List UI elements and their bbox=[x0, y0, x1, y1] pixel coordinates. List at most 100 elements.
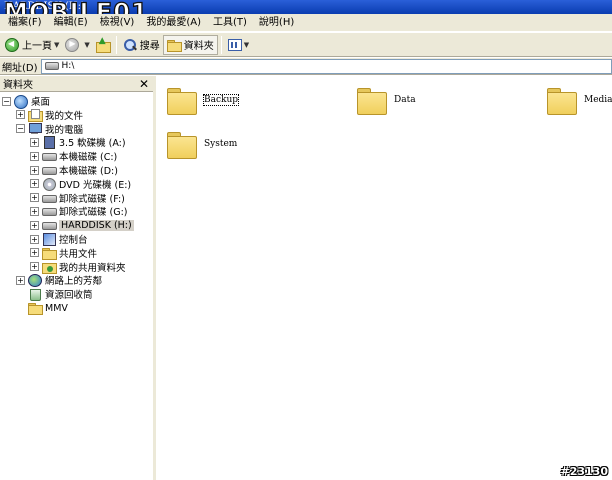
tree-item-label: DVD 光碟機 (E:) bbox=[59, 179, 132, 191]
address-bar: 網址(D) H:\ bbox=[0, 58, 612, 75]
floppy-icon bbox=[42, 136, 56, 150]
tree-item[interactable]: 資源回收筒 bbox=[16, 287, 93, 302]
tree-item[interactable]: + 控制台 bbox=[30, 232, 88, 246]
folder-label: Backup bbox=[202, 94, 240, 106]
tree-item-label: MMV bbox=[45, 302, 68, 314]
folder-icon bbox=[28, 302, 43, 315]
chevron-down-icon[interactable]: ▼ bbox=[244, 41, 249, 49]
folder-item-system[interactable]: System bbox=[167, 130, 238, 159]
folder-item-media[interactable]: Media bbox=[547, 86, 612, 115]
folders-pane: 資料夾 ✕ − 桌面 + 我的文件 − 我的電腦 +3.5 軟碟機 (A:) + 本機磁碟 (C… bbox=[0, 76, 156, 480]
search-button[interactable]: 搜尋 bbox=[120, 35, 163, 55]
tree-item[interactable]: + 我的共用資料夾 bbox=[30, 260, 126, 274]
chevron-down-icon[interactable]: ▼ bbox=[54, 41, 59, 49]
tree-item-label: 資源回收筒 bbox=[45, 290, 93, 302]
watermark: #23130 bbox=[560, 465, 609, 478]
control-panel-icon bbox=[42, 233, 56, 246]
drive-icon bbox=[42, 205, 57, 217]
tree-item[interactable]: + DVD 光碟機 (E:) bbox=[30, 177, 131, 191]
file-list-pane: Backup Data Media System bbox=[159, 76, 612, 480]
shared-folder-icon bbox=[42, 261, 57, 274]
expand-icon[interactable]: + bbox=[30, 165, 39, 175]
folders-pane-title: 資料夾 bbox=[3, 80, 33, 91]
tree-item[interactable]: +3.5 軟碟機 (A:) bbox=[30, 135, 126, 150]
menu-file[interactable]: 檔案(F) bbox=[2, 14, 48, 32]
folder-up-icon bbox=[95, 36, 111, 53]
tree-item[interactable]: + HARDDISK (H:) bbox=[30, 218, 134, 232]
menu-bar: 檔案(F) 編輯(E) 檢視(V) 我的最愛(A) 工具(T) 說明(H) bbox=[0, 14, 612, 32]
desktop-icon bbox=[14, 95, 28, 109]
drive-icon bbox=[42, 150, 57, 162]
folder-label: Media bbox=[584, 95, 612, 105]
close-icon[interactable]: ✕ bbox=[139, 78, 149, 90]
expand-icon[interactable]: + bbox=[16, 275, 25, 285]
tree-item-label: 我的文件 bbox=[45, 110, 84, 122]
menu-tools[interactable]: 工具(T) bbox=[207, 14, 253, 32]
tree-item-label: 本機磁碟 (D:) bbox=[59, 166, 118, 177]
expand-icon[interactable]: + bbox=[16, 110, 25, 120]
tree-item[interactable]: + 本機磁碟 (D:) bbox=[30, 163, 118, 177]
menu-favorites[interactable]: 我的最愛(A) bbox=[140, 14, 207, 32]
back-arrow-icon bbox=[5, 37, 19, 52]
tree-item[interactable]: + 本機磁碟 (C:) bbox=[30, 149, 117, 163]
forward-arrow-icon bbox=[65, 37, 80, 52]
folders-button[interactable]: 資料夾 bbox=[162, 34, 218, 55]
address-value: H:\ bbox=[61, 61, 75, 71]
menu-help[interactable]: 說明(H) bbox=[253, 14, 300, 32]
menu-edit[interactable]: 編輯(E) bbox=[48, 14, 94, 32]
back-label: 上一頁 bbox=[22, 41, 52, 52]
tree-item[interactable]: + 卸除式磁碟 (F:) bbox=[30, 191, 125, 205]
back-button[interactable]: 上一頁 ▼ bbox=[2, 35, 62, 55]
folder-label: Data bbox=[394, 95, 416, 105]
tree-item-label: 卸除式磁碟 (F:) bbox=[59, 193, 125, 205]
tree-item[interactable]: + 卸除式磁碟 (G:) bbox=[30, 204, 128, 218]
tree-item-label: 控制台 bbox=[59, 235, 88, 246]
tree-item-label: 桌面 bbox=[31, 97, 51, 108]
expand-icon[interactable]: + bbox=[30, 179, 39, 189]
search-label: 搜尋 bbox=[139, 41, 160, 52]
toolbar-separator bbox=[115, 35, 117, 54]
expand-icon[interactable]: + bbox=[30, 262, 39, 272]
my-documents-icon bbox=[28, 108, 43, 122]
tree-item-label: 3.5 軟碟機 (A:) bbox=[59, 138, 126, 150]
dvd-icon bbox=[42, 177, 56, 191]
recycle-bin-icon bbox=[28, 288, 42, 302]
expand-icon[interactable]: + bbox=[30, 220, 39, 230]
expand-icon[interactable]: + bbox=[30, 193, 39, 203]
network-icon bbox=[28, 274, 42, 288]
tree-item-label: 網路上的芳鄰 bbox=[45, 276, 103, 288]
tree-item-label: 共用文件 bbox=[59, 248, 98, 260]
tree-item[interactable]: + 網路上的芳鄰 bbox=[16, 273, 103, 288]
menu-view[interactable]: 檢視(V) bbox=[94, 14, 141, 32]
expand-icon[interactable]: + bbox=[30, 234, 39, 244]
search-icon bbox=[123, 38, 137, 52]
tree-item-label: 我的共用資料夾 bbox=[59, 262, 126, 274]
collapse-icon[interactable]: − bbox=[2, 96, 11, 106]
expand-icon[interactable]: + bbox=[30, 151, 39, 161]
tree-item[interactable]: + 共用文件 bbox=[30, 246, 97, 260]
folder-item-data[interactable]: Data bbox=[357, 86, 416, 115]
folder-icon bbox=[42, 247, 57, 260]
folder-icon bbox=[547, 86, 577, 115]
expand-icon[interactable]: + bbox=[30, 248, 39, 258]
folder-item-backup[interactable]: Backup bbox=[167, 86, 240, 115]
tree-item[interactable]: MMV bbox=[16, 301, 68, 315]
folder-icon bbox=[357, 86, 387, 115]
tree-item[interactable]: − 我的電腦 bbox=[16, 122, 83, 136]
address-input[interactable]: H:\ bbox=[40, 58, 612, 74]
views-button[interactable]: ▼ bbox=[225, 35, 252, 55]
tree-item-label: HARDDISK (H:) bbox=[59, 219, 134, 231]
toolbar: 上一頁 ▼ ▼ 搜尋 資料夾 ▼ bbox=[0, 33, 612, 57]
chevron-down-icon[interactable]: ▼ bbox=[84, 41, 89, 49]
forward-button[interactable]: ▼ bbox=[62, 35, 92, 55]
drive-icon bbox=[44, 62, 59, 70]
folders-pane-header: 資料夾 ✕ bbox=[0, 76, 153, 92]
collapse-icon[interactable]: − bbox=[16, 124, 25, 134]
up-folder-button[interactable] bbox=[93, 35, 113, 55]
expand-icon[interactable]: + bbox=[30, 206, 39, 216]
tree-item[interactable]: + 我的文件 bbox=[16, 108, 83, 122]
my-computer-icon bbox=[28, 122, 42, 135]
expand-icon[interactable]: + bbox=[30, 137, 39, 147]
tree-item[interactable]: − 桌面 bbox=[2, 94, 51, 109]
folder-label: System bbox=[204, 139, 238, 149]
